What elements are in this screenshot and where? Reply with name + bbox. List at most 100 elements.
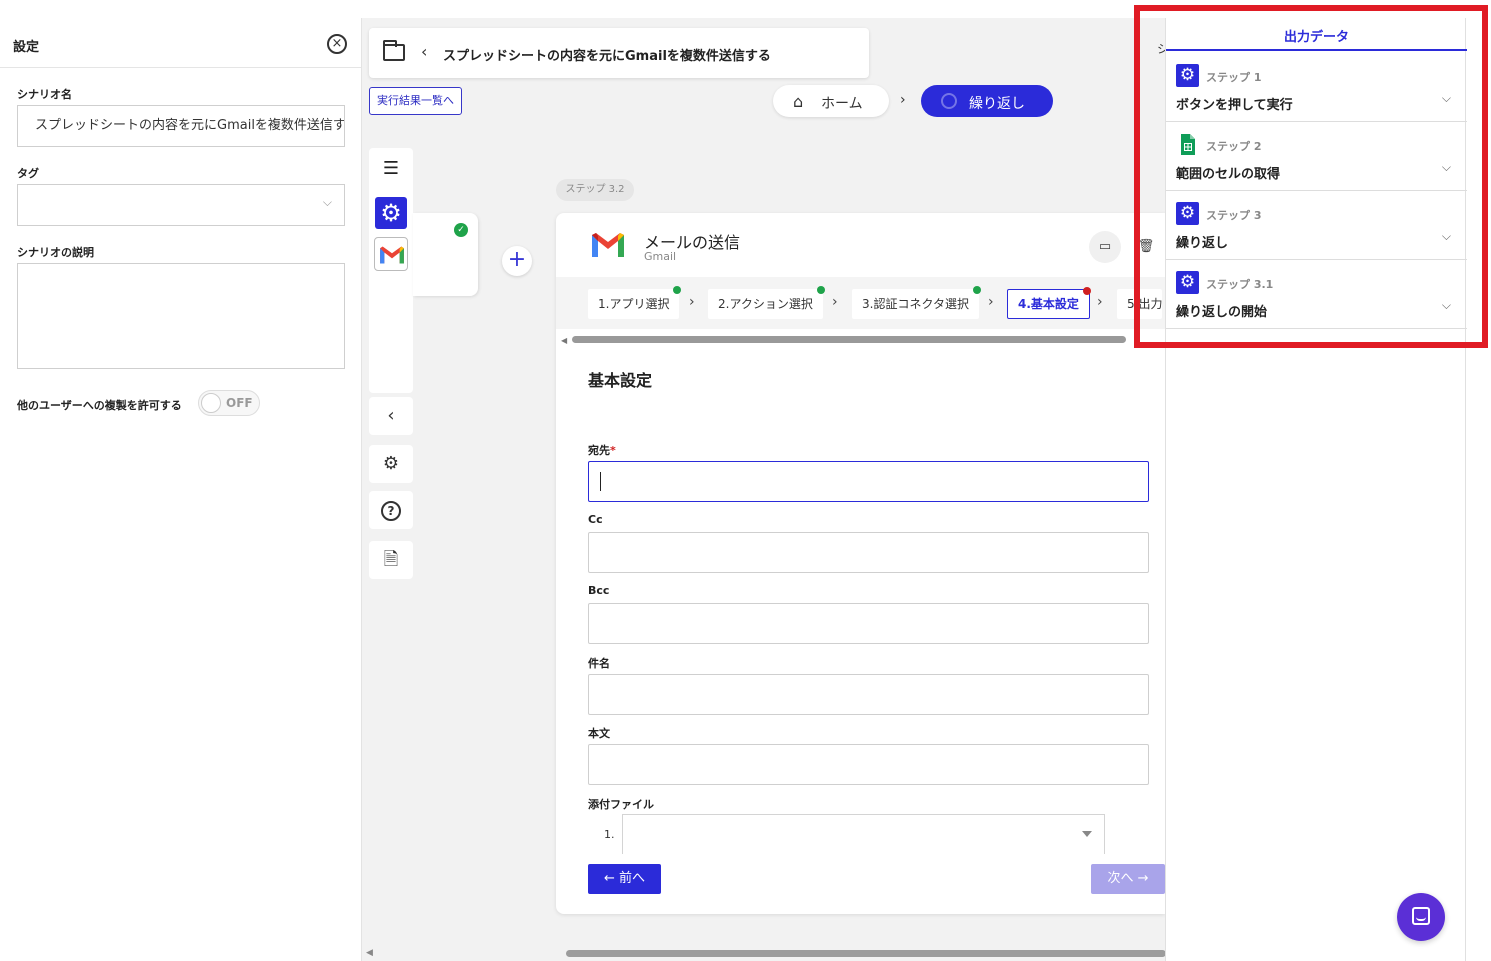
chat-button[interactable] (1397, 893, 1445, 941)
prev-button[interactable]: ← 前へ (588, 864, 661, 894)
scenario-title: スプレッドシートの内容を元にGmailを複数件送信する (443, 49, 771, 64)
body-label: 本文 (588, 727, 610, 740)
arrow-left-icon[interactable]: ◀ (561, 336, 567, 345)
folder-icon[interactable] (383, 40, 405, 61)
gmail-icon[interactable] (374, 237, 408, 271)
to-label-text: 宛先 (588, 444, 610, 457)
scrollbar-thumb[interactable] (572, 336, 1126, 343)
add-step-button[interactable]: + (502, 246, 532, 276)
trash-icon[interactable]: 🗑 (1130, 231, 1162, 263)
check-icon (972, 286, 981, 294)
subject-label: 件名 (588, 657, 610, 670)
chevron-down-icon[interactable]: ⌵ (1442, 229, 1451, 244)
gmail-logo-icon (588, 225, 628, 265)
description-textarea[interactable] (17, 263, 345, 369)
scenario-topbar: ‹ スプレッドシートの内容を元にGmailを複数件送信する (369, 28, 869, 78)
gear-icon: ⚙ (1176, 64, 1199, 87)
results-list-button[interactable]: 実行結果一覧へ (369, 87, 462, 115)
breadcrumb-current-label: 繰り返し (969, 96, 1025, 112)
tag-select[interactable]: ⌵ (17, 184, 345, 226)
allow-copy-toggle[interactable]: OFF (198, 390, 260, 416)
chevron-down-icon[interactable]: ⌵ (1442, 160, 1451, 175)
home-icon: ⌂ (793, 92, 804, 111)
scrollbar-thumb[interactable] (566, 950, 1166, 957)
breadcrumb-home[interactable]: ⌂ ホーム (773, 85, 889, 117)
output-name: 繰り返し (1176, 236, 1229, 251)
output-item[interactable]: ステップ 2 範囲のセルの取得 ⌵ (1166, 122, 1467, 191)
output-step: ステップ 1 (1206, 71, 1262, 84)
output-panel: 出力データ ⚙ ステップ 1 ボタンを押して実行 ⌵ ステップ 2 範囲のセルの… (1165, 18, 1467, 961)
tab-basic-settings[interactable]: 4.基本設定 (1007, 287, 1091, 319)
toggle-knob (201, 393, 221, 413)
error-icon (1082, 287, 1091, 295)
tab-app-select[interactable]: 1.アプリ選択 (588, 286, 682, 319)
cc-input[interactable] (588, 532, 1149, 573)
help-icon[interactable]: ? (369, 491, 413, 529)
output-step: ステップ 3 (1206, 209, 1262, 222)
check-icon (816, 286, 825, 294)
scenario-name-input[interactable]: スプレッドシートの内容を元にGmailを複数件送信する (17, 105, 345, 147)
arrow-left-icon[interactable]: ◀ (366, 948, 373, 958)
collapse-button[interactable]: ‹ (369, 397, 413, 435)
list-icon[interactable]: ☰ (369, 158, 413, 179)
breadcrumb-current[interactable]: 繰り返し (921, 85, 1053, 117)
log-icon[interactable]: 🗎 (369, 541, 413, 579)
chevron-down-icon[interactable]: ⌵ (1442, 298, 1451, 313)
previous-step-node[interactable]: ✓ (413, 213, 478, 296)
allow-copy-label: 他のユーザーへの複製を許可する (17, 399, 182, 412)
step-card: メールの送信 Gmail ▭ 🗑 1.アプリ選択 › 2.アクション選択 › 3… (556, 213, 1165, 914)
tab-label: 2.アクション選択 (718, 297, 813, 311)
chevron-right-icon: › (689, 294, 695, 310)
body-input[interactable] (588, 744, 1149, 785)
subject-input[interactable] (588, 674, 1149, 715)
tool-strip: ☰ ⚙ (369, 148, 413, 393)
attachment-label: 添付ファイル (588, 798, 654, 811)
scenario-name-value: スプレッドシートの内容を元にGmailを複数件送信する (35, 118, 345, 133)
output-step: ステップ 3.1 (1206, 278, 1274, 291)
toggle-state: OFF (226, 396, 253, 410)
chevron-right-icon: › (900, 92, 906, 108)
comment-icon[interactable]: ▭ (1089, 231, 1121, 263)
tab-label: 1.アプリ選択 (598, 297, 670, 311)
step-tabs: 1.アプリ選択 › 2.アクション選択 › 3.認証コネクタ選択 › 4.基本設… (556, 277, 1165, 329)
attachment-select[interactable] (622, 814, 1105, 854)
gmail-tool (369, 237, 413, 271)
output-item[interactable]: ⚙ ステップ 3 繰り返し ⌵ (1166, 191, 1467, 260)
bcc-label: Bcc (588, 584, 610, 597)
tab-output-data[interactable]: 出力データ (1166, 18, 1467, 51)
section-title: 基本設定 (588, 371, 653, 390)
chevron-down-icon: ⌵ (322, 195, 332, 209)
chevron-right-icon: › (1097, 294, 1103, 310)
tab-action-select[interactable]: 2.アクション選択 (708, 286, 825, 319)
check-icon (673, 286, 682, 294)
cc-label: Cc (588, 513, 603, 526)
canvas-scrollbar[interactable]: ◀ (362, 946, 1166, 961)
chevron-left-icon[interactable]: ‹ (421, 42, 427, 61)
output-name: 範囲のセルの取得 (1176, 167, 1281, 182)
tab-label: 3.認証コネクタ選択 (862, 297, 969, 311)
output-name: 繰り返しの開始 (1176, 305, 1268, 320)
sheets-icon (1176, 133, 1199, 156)
chevron-down-icon[interactable]: ⌵ (1442, 91, 1451, 106)
tag-label: タグ (17, 167, 39, 180)
breadcrumb-home-label: ホーム (821, 96, 863, 112)
tab-connector-select[interactable]: 3.認証コネクタ選択 (852, 286, 981, 319)
scenario-name-label: シナリオ名 (17, 88, 72, 101)
output-item[interactable]: ⚙ ステップ 1 ボタンを押して実行 ⌵ (1166, 53, 1467, 122)
to-label: 宛先* (588, 442, 616, 458)
tab-label: 4.基本設定 (1018, 297, 1079, 311)
close-icon[interactable]: × (327, 34, 347, 54)
description-label: シナリオの説明 (17, 246, 94, 259)
next-button[interactable]: 次へ → (1091, 864, 1165, 894)
output-name: ボタンを押して実行 (1176, 98, 1293, 113)
chevron-right-icon: › (832, 294, 838, 310)
card-app: Gmail (644, 250, 677, 263)
settings-panel: 設定 × シナリオ名 スプレッドシートの内容を元にGmailを複数件送信する タ… (0, 18, 362, 961)
to-input[interactable] (588, 461, 1149, 502)
tabs-scrollbar[interactable]: ◀ (556, 333, 1165, 345)
gear-icon[interactable]: ⚙ (375, 197, 407, 229)
settings-gear-icon[interactable]: ⚙ (369, 445, 413, 483)
tab-output[interactable]: 5.出力 (1117, 289, 1163, 319)
bcc-input[interactable] (588, 603, 1149, 644)
output-item[interactable]: ⚙ ステップ 3.1 繰り返しの開始 ⌵ (1166, 260, 1467, 329)
